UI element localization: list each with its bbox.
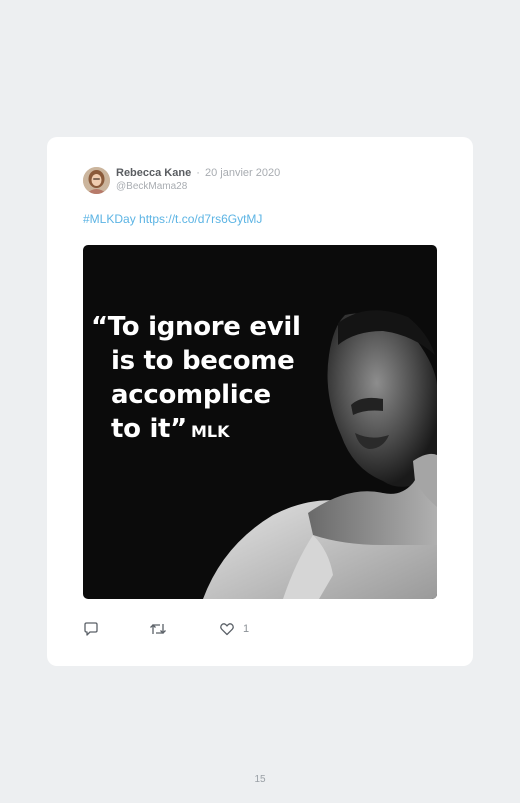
speech-bubble-icon xyxy=(84,622,98,636)
author-line: Rebecca Kane · 20 janvier 2020 xyxy=(116,167,280,179)
quote-line-4: to it” MLK xyxy=(91,412,301,449)
retweet-arrows-icon xyxy=(150,624,166,634)
retweet-button[interactable] xyxy=(149,621,167,637)
like-button[interactable]: 1 xyxy=(219,621,249,637)
quote-line-2: is to become xyxy=(111,346,295,376)
avatar-portrait-icon xyxy=(83,167,110,194)
author-handle[interactable]: @BeckMama28 xyxy=(116,181,187,192)
quote-line-3: accomplice xyxy=(111,380,271,410)
heart-icon xyxy=(220,623,234,636)
tweet-text: #MLKDay https://t.co/d7rs6GytMJ xyxy=(83,212,262,226)
quote-attribution: MLK xyxy=(190,422,230,441)
tweet-actions: 1 xyxy=(83,621,283,641)
quote-line-1: “To ignore evil xyxy=(91,312,301,342)
url-link[interactable]: https://t.co/d7rs6GytMJ xyxy=(139,212,262,226)
quote-line-4-text: to it” xyxy=(111,414,187,444)
reply-button[interactable] xyxy=(83,621,99,637)
like-count: 1 xyxy=(243,623,250,635)
avatar[interactable] xyxy=(83,167,110,194)
page-number: 15 xyxy=(254,774,266,785)
hashtag-link[interactable]: #MLKDay xyxy=(83,212,136,226)
separator-dot: · xyxy=(196,167,200,179)
tweet-card: Rebecca Kane · 20 janvier 2020 @BeckMama… xyxy=(47,137,473,666)
author-name[interactable]: Rebecca Kane xyxy=(116,167,191,179)
quote-text: “To ignore evil is to become accomplice … xyxy=(91,310,301,449)
tweet-date[interactable]: 20 janvier 2020 xyxy=(205,167,280,179)
tweet-photo[interactable]: “To ignore evil is to become accomplice … xyxy=(83,245,437,599)
